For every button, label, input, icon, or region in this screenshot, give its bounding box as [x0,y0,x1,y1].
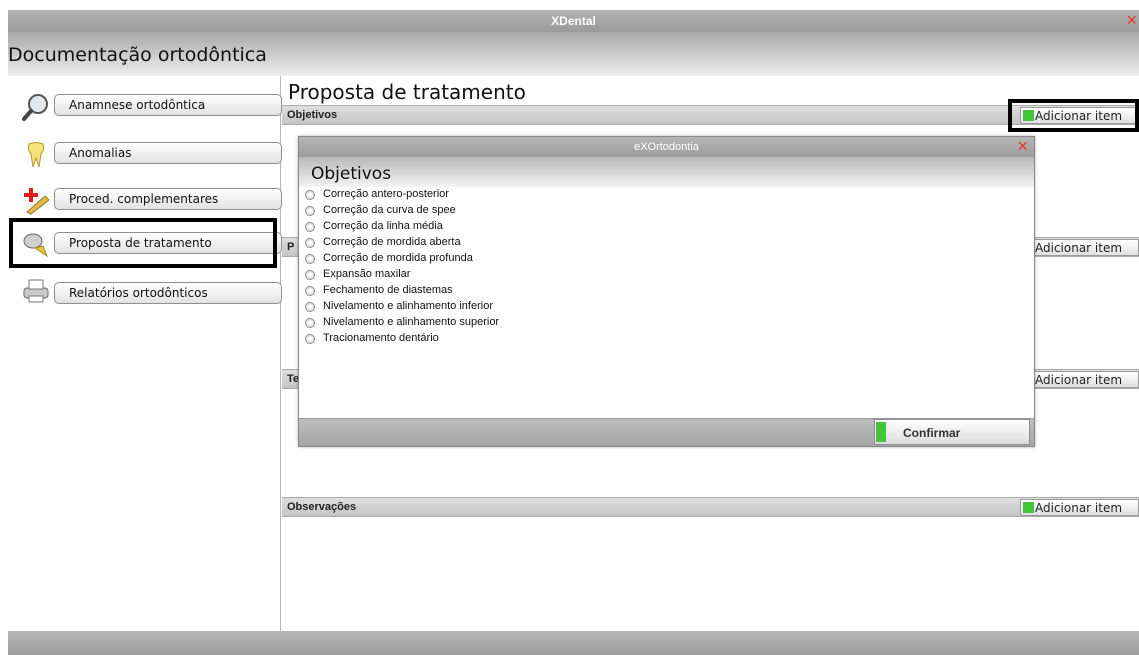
section-label: P [287,241,295,253]
add-item-label: Adicionar item [1035,373,1123,387]
options-list: Correção antero-posterior Correção da cu… [299,188,1034,418]
tooth-icon [27,142,45,168]
radio-button[interactable] [305,206,315,216]
dialog-title: eXOrtodontia [634,141,699,153]
add-item-button[interactable]: Adicionar item [1020,499,1139,516]
option-label: Nivelamento e alinhamento inferior [323,300,493,312]
radio-button[interactable] [305,190,315,200]
section-title: Proposta de tratamento [288,80,526,104]
confirm-icon [876,422,886,442]
section-label: Observações [287,501,357,513]
printer-icon [23,279,49,303]
add-procedure-icon [24,188,50,215]
sidebar-item-label: Relatórios ortodônticos [69,286,208,300]
option-label: Fechamento de diastemas [323,284,453,296]
radio-button[interactable] [305,334,315,344]
dialog-titlebar: eXOrtodontia × [299,137,1034,157]
option-label: Correção de mordida profunda [323,252,473,264]
add-item-button[interactable]: Adicionar item [1020,371,1139,388]
objetivos-dialog: eXOrtodontia × Objetivos Correção antero… [298,136,1035,447]
radio-button[interactable] [305,302,315,312]
option-label: Correção da linha média [323,220,443,232]
section-observacoes: Observações Adicionar item [282,497,1139,517]
sidebar-item-proced-complementares[interactable]: Proced. complementares [54,188,282,210]
confirm-button[interactable]: Confirmar [874,419,1030,445]
window-title: XDental [551,14,596,28]
add-item-label: Adicionar item [1035,241,1123,255]
sidebar-item-label: Proced. complementares [69,192,219,206]
page-header: Documentação ortodôntica [8,32,1139,76]
radio-button[interactable] [305,286,315,296]
dialog-header: Objetivos [299,157,1034,187]
sidebar-item-anamnese[interactable]: Anamnese ortodôntica [54,94,282,116]
add-item-button[interactable]: Adicionar item [1020,239,1139,256]
confirm-label: Confirmar [903,426,961,440]
sidebar-item-label: Anomalias [69,146,132,160]
option-label: Correção de mordida aberta [323,236,461,248]
section-label: Objetivos [287,109,338,121]
radio-button[interactable] [305,254,315,264]
magnifier-icon [22,94,48,121]
add-item-label: Adicionar item [1035,501,1123,515]
option-label: Expansão maxilar [323,268,411,280]
radio-button[interactable] [305,222,315,232]
radio-button[interactable] [305,238,315,248]
dialog-close-icon[interactable]: × [1017,137,1028,155]
window-close-icon[interactable]: × [1126,11,1137,29]
page-title: Documentação ortodôntica [8,44,267,66]
sidebar-item-label: Anamnese ortodôntica [69,98,206,112]
sidebar-item-anomalias[interactable]: Anomalias [54,142,282,164]
dialog-heading: Objetivos [311,164,392,184]
radio-button[interactable] [305,270,315,280]
window-titlebar: XDental × [8,10,1139,32]
selection-highlight [9,218,277,268]
option-label: Nivelamento e alinhamento superior [323,316,500,328]
footer-bar [8,631,1139,655]
add-icon [1023,502,1034,513]
sidebar-item-relatorios[interactable]: Relatórios ortodônticos [54,282,282,304]
add-item-highlight [1008,99,1139,132]
sidebar: Anamnese ortodôntica Anomalias Proced. c… [8,76,282,631]
dialog-footer: Confirmar [299,418,1034,446]
option-label: Correção da curva de spee [323,204,456,216]
radio-button[interactable] [305,318,315,328]
option-label: Correção antero-posterior [323,188,449,200]
option-label: Tracionamento dentário [323,332,439,344]
